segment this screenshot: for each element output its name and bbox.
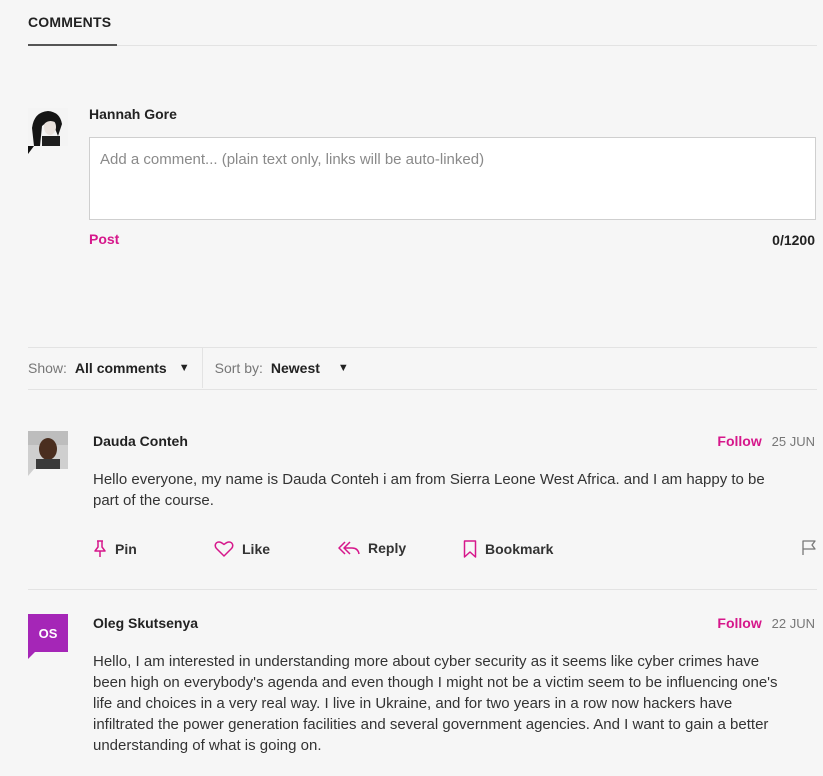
comment-divider: [28, 589, 817, 590]
comments-tab[interactable]: COMMENTS: [28, 14, 111, 30]
bookmark-icon: [463, 540, 477, 558]
sort-value: Newest: [270, 360, 320, 376]
follow-button[interactable]: Follow: [717, 433, 761, 449]
comment-author-name[interactable]: Oleg Skutsenya: [93, 615, 198, 631]
comment-input-box[interactable]: [89, 137, 816, 220]
sort-label: Sort by:: [214, 360, 263, 376]
heart-icon: [214, 541, 234, 557]
composer-user-name: Hannah Gore: [89, 106, 177, 122]
flag-icon: [802, 540, 816, 555]
show-label: Show:: [28, 360, 67, 376]
avatar-speech-tail: [28, 652, 35, 659]
comment-meta: Follow 25 JUN: [717, 433, 815, 449]
comment-actions: Pin Like Reply Bookmark: [93, 540, 817, 560]
comment-body: Hello, I am interested in understanding …: [93, 653, 778, 754]
current-user-avatar[interactable]: [28, 108, 68, 146]
like-button[interactable]: Like: [214, 540, 270, 558]
dropdown-caret-icon: ▼: [178, 362, 190, 374]
show-dropdown[interactable]: All comments ▼: [75, 360, 190, 376]
filter-separator: [201, 348, 203, 388]
comment-input[interactable]: [90, 138, 815, 219]
avatar-speech-tail: [28, 146, 34, 154]
reply-button[interactable]: Reply: [338, 540, 406, 556]
comment-body: Hello everyone, my name is Dauda Conteh …: [93, 471, 765, 509]
comment-date: 25 JUN: [771, 434, 815, 449]
comment-date: 22 JUN: [771, 616, 815, 631]
show-value: All comments: [74, 360, 167, 376]
header-divider: [117, 45, 817, 46]
filter-bar: Show: All comments ▼ Sort by: Newest ▼: [28, 348, 817, 388]
sort-dropdown[interactable]: Newest ▼: [271, 360, 349, 376]
avatar-speech-tail: [28, 469, 34, 476]
character-count: 0/1200: [772, 232, 815, 248]
pin-button[interactable]: Pin: [93, 540, 137, 558]
dropdown-caret-icon: ▼: [337, 362, 349, 374]
reply-label: Reply: [368, 540, 407, 556]
pin-icon: [94, 540, 106, 557]
user-photo-hannah: [28, 108, 68, 146]
pin-label: Pin: [115, 541, 137, 557]
report-button[interactable]: [801, 540, 817, 559]
comment-meta: Follow 22 JUN: [717, 615, 815, 631]
reply-icon: [338, 541, 360, 555]
filter-bottom-divider: [28, 389, 817, 390]
bookmark-button[interactable]: Bookmark: [463, 540, 553, 558]
active-tab-underline: [28, 44, 117, 46]
user-photo-dauda: [28, 431, 68, 469]
comment-author-name[interactable]: Dauda Conteh: [93, 433, 188, 449]
post-button[interactable]: Post: [89, 231, 119, 247]
bookmark-label: Bookmark: [485, 541, 554, 557]
comment-author-avatar[interactable]: [28, 431, 68, 469]
comment-author-avatar[interactable]: OS: [28, 614, 68, 652]
follow-button[interactable]: Follow: [717, 615, 761, 631]
like-label: Like: [242, 541, 271, 557]
